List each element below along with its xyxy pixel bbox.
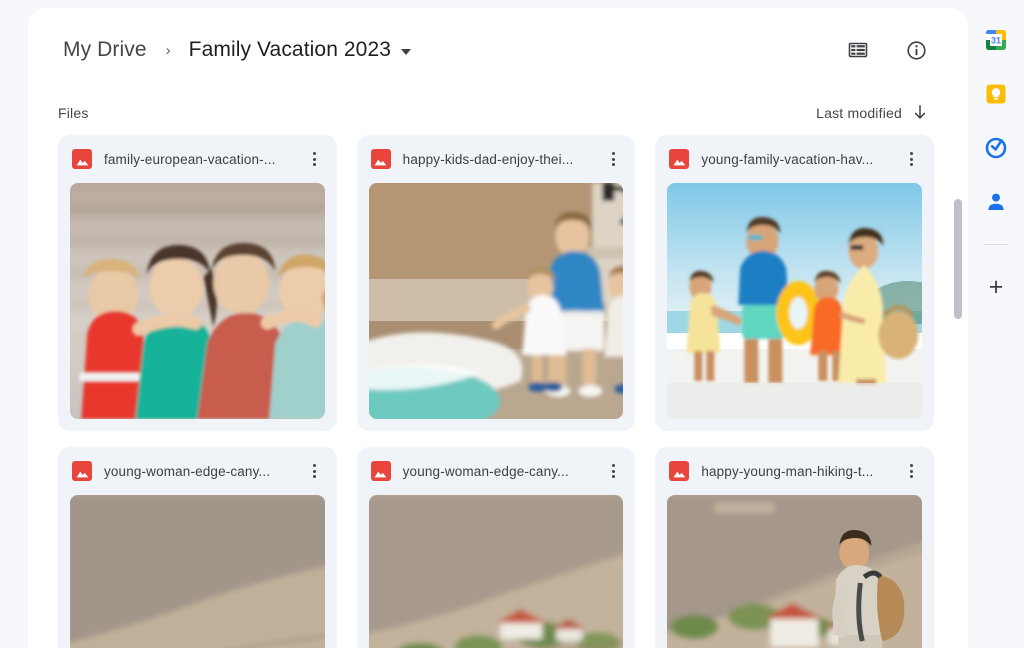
side-rail: 31 + xyxy=(968,0,1024,648)
add-shortcut-button[interactable]: + xyxy=(982,273,1010,301)
sort-label: Last modified xyxy=(816,104,902,121)
files-grid-container: family-european-vacation-... happy-kids-… xyxy=(28,135,968,648)
svg-text:31: 31 xyxy=(991,36,1001,46)
more-options-icon[interactable] xyxy=(599,145,627,173)
more-options-icon[interactable] xyxy=(599,457,627,485)
file-card-header: young-family-vacation-hav... xyxy=(655,135,934,183)
file-card[interactable]: young-woman-edge-cany... xyxy=(58,447,337,648)
file-name: family-european-vacation-... xyxy=(104,151,276,167)
more-options-icon[interactable] xyxy=(301,457,329,485)
file-card[interactable]: young-woman-edge-cany... xyxy=(356,447,636,648)
file-card[interactable]: family-european-vacation-... xyxy=(58,135,337,431)
breadcrumb-current-label: Family Vacation 2023 xyxy=(188,38,392,61)
more-options-icon[interactable] xyxy=(898,457,926,485)
google-calendar-icon[interactable]: 31 xyxy=(982,26,1010,54)
chevron-down-icon xyxy=(401,49,412,55)
file-thumbnail xyxy=(70,183,325,419)
image-file-icon xyxy=(669,149,690,169)
google-keep-icon[interactable] xyxy=(982,80,1010,108)
image-file-icon xyxy=(669,461,690,481)
files-section-label: Files xyxy=(58,104,89,121)
more-options-icon[interactable] xyxy=(898,145,926,173)
image-file-icon xyxy=(370,461,391,481)
file-name: happy-kids-dad-enjoy-thei... xyxy=(402,151,574,167)
page-header: My Drive › Family Vacation 2023 xyxy=(28,8,968,92)
file-thumbnail xyxy=(667,183,922,419)
file-card[interactable]: happy-kids-dad-enjoy-thei... xyxy=(356,135,636,431)
image-file-icon xyxy=(72,149,92,169)
file-card-header: young-woman-edge-cany... xyxy=(58,447,337,495)
header-actions xyxy=(840,32,934,68)
breadcrumb-separator-icon: › xyxy=(165,41,171,59)
image-file-icon xyxy=(370,149,391,169)
file-card-header: family-european-vacation-... xyxy=(58,135,337,183)
file-thumbnail xyxy=(667,495,922,648)
files-toolbar: Files Last modified xyxy=(28,92,968,135)
file-card[interactable]: young-family-vacation-hav... xyxy=(655,135,934,431)
list-view-icon[interactable] xyxy=(840,32,876,68)
more-options-icon[interactable] xyxy=(301,145,329,173)
file-card-header: happy-kids-dad-enjoy-thei... xyxy=(357,135,636,183)
image-file-icon xyxy=(72,461,92,481)
google-contacts-icon[interactable] xyxy=(982,188,1010,216)
rail-divider xyxy=(984,244,1008,245)
breadcrumb-current-folder[interactable]: Family Vacation 2023 xyxy=(183,35,417,65)
sort-control[interactable]: Last modified xyxy=(810,100,934,125)
drive-window: My Drive › Family Vacation 2023 Files La… xyxy=(0,0,1024,648)
file-name: happy-young-man-hiking-t... xyxy=(701,463,874,479)
file-card-header: young-woman-edge-cany... xyxy=(357,447,636,495)
file-name: young-woman-edge-cany... xyxy=(104,463,271,479)
content-panel: My Drive › Family Vacation 2023 Files La… xyxy=(28,8,968,648)
breadcrumb: My Drive › Family Vacation 2023 xyxy=(58,35,840,65)
arrow-down-icon xyxy=(914,105,926,119)
google-tasks-icon[interactable] xyxy=(982,134,1010,162)
file-name: young-woman-edge-cany... xyxy=(402,463,569,479)
breadcrumb-root[interactable]: My Drive xyxy=(58,35,152,65)
vertical-scrollbar[interactable] xyxy=(954,199,962,648)
file-thumbnail xyxy=(70,495,325,648)
scrollbar-thumb[interactable] xyxy=(954,199,962,319)
file-card[interactable]: happy-young-man-hiking-t... xyxy=(655,447,934,648)
info-icon[interactable] xyxy=(898,32,934,68)
file-card-header: happy-young-man-hiking-t... xyxy=(655,447,934,495)
file-name: young-family-vacation-hav... xyxy=(701,151,874,167)
file-thumbnail xyxy=(368,183,624,419)
file-thumbnail xyxy=(368,495,624,648)
files-grid: family-european-vacation-... happy-kids-… xyxy=(58,135,934,648)
